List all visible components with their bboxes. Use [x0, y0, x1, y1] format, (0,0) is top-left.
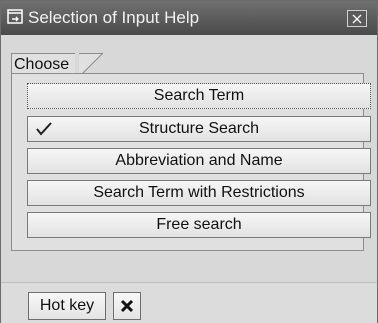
hot-key-button[interactable]: Hot key [28, 292, 106, 320]
option-search-term[interactable]: Search Term [27, 83, 371, 109]
checkmark-icon [36, 122, 52, 136]
option-label: Structure Search [138, 120, 260, 137]
option-label: Search Term with Restrictions [93, 184, 305, 201]
option-search-term-with-restrictions[interactable]: Search Term with Restrictions [27, 180, 371, 206]
window-title: Selection of Input Help [28, 8, 200, 27]
option-structure-search[interactable]: Structure Search [27, 116, 371, 142]
input-help-dialog: Selection of Input Help Choose Search Te… [0, 0, 378, 323]
cancel-button[interactable] [113, 292, 141, 320]
hot-key-label: Hot key [39, 297, 95, 314]
option-label: Search Term [153, 87, 245, 104]
cancel-x-icon [120, 299, 134, 313]
option-label: Abbreviation and Name [115, 152, 283, 169]
title-bar: Selection of Input Help [1, 1, 377, 35]
close-button[interactable] [347, 10, 367, 27]
option-abbreviation-and-name[interactable]: Abbreviation and Name [27, 148, 371, 174]
option-label: Free search [156, 216, 242, 233]
window-arrow-icon [7, 9, 23, 24]
close-icon [352, 14, 362, 23]
group-tab-corner [79, 53, 104, 75]
option-free-search[interactable]: Free search [27, 212, 371, 238]
